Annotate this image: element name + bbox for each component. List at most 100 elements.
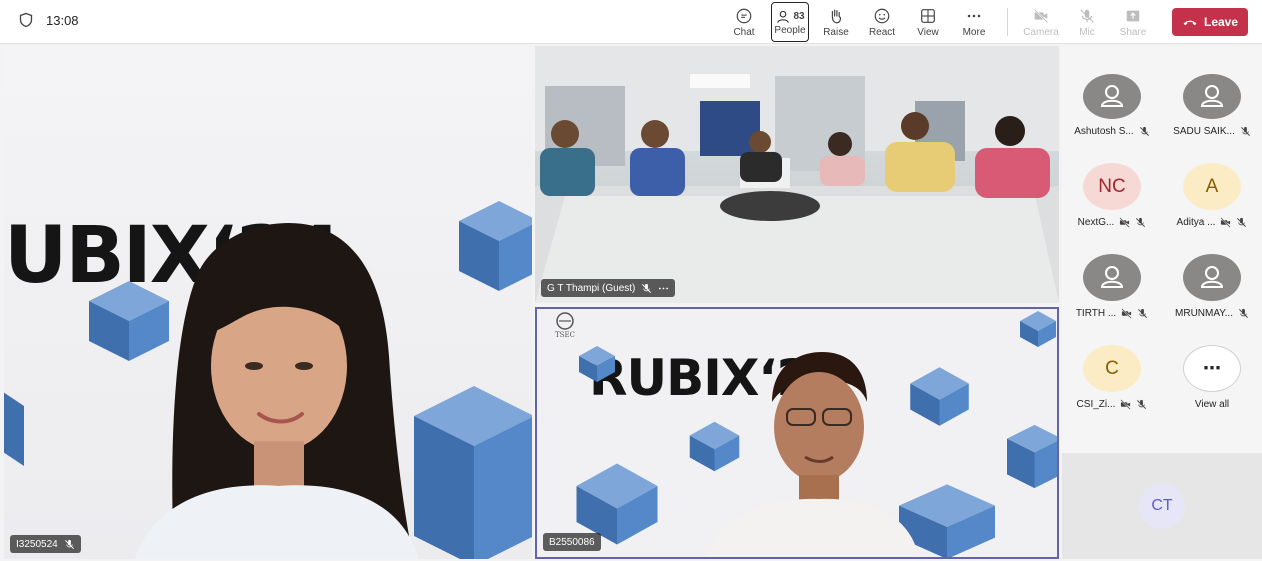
mic-off-icon [1237, 217, 1247, 227]
video-tile-room[interactable]: G T Thampi (Guest) [535, 46, 1059, 303]
toolbar-divider [1007, 8, 1008, 36]
view-label: View [917, 26, 939, 38]
participant-name: Ashutosh S... [1074, 126, 1134, 137]
mic-off-icon [1139, 126, 1149, 136]
phone-hangup-icon [1183, 20, 1197, 26]
person-icon [1200, 265, 1224, 288]
share-label: Share [1119, 26, 1147, 38]
mic-off-icon [1138, 308, 1148, 318]
participant-name: NextG... [1077, 217, 1115, 228]
participant-name-row: CSI_Zi... [1077, 399, 1148, 410]
participant-name-tag: G T Thampi (Guest) [541, 279, 676, 297]
person-icon [1100, 84, 1124, 107]
camera-off-icon [1220, 217, 1232, 228]
people-label: People [774, 24, 806, 36]
participant-tile[interactable]: Ashutosh S... [1062, 46, 1162, 137]
participant-name: Aditya ... [1176, 217, 1216, 228]
view-all-button[interactable]: ⋯ View all [1162, 319, 1262, 410]
participant-name-row: Aditya ... [1177, 217, 1248, 228]
participant-name: CSI_Zi... [1076, 399, 1116, 410]
avatar: A [1183, 163, 1241, 210]
mic-off-icon [1137, 399, 1147, 409]
participant-grid: Ashutosh S... SADU SAIK... NC NextG... A Adit… [1062, 46, 1262, 410]
camera-label: Camera [1023, 26, 1059, 38]
meeting-toolbar: 13:08 Chat 83 People Raise React View Mo… [0, 0, 1262, 44]
avatar [1183, 254, 1241, 301]
ellipsis-icon [967, 14, 981, 17]
video-tile-main[interactable]: UBIX‘24 I3250524 [4, 46, 532, 559]
person-icon [1200, 84, 1224, 107]
raise-hand-button[interactable]: Raise [813, 2, 859, 42]
participant-tile[interactable]: TIRTH ... [1062, 228, 1162, 319]
share-icon [1126, 10, 1140, 21]
toolbar-actions: Chat 83 People Raise React View More Cam… [721, 0, 1262, 44]
meeting-timer: 13:08 [18, 12, 79, 28]
avatar [1083, 254, 1141, 301]
mic-off-icon [642, 283, 652, 293]
ellipsis-icon[interactable] [658, 283, 669, 294]
people-icon [777, 10, 790, 23]
video-tile-active-speaker[interactable]: TSEC RUBIX‘24 B2550086 [535, 307, 1059, 559]
mic-off-icon [1240, 126, 1250, 136]
participant-name: SADU SAIK... [1173, 126, 1235, 137]
mic-label: Mic [1079, 26, 1095, 38]
shield-icon [19, 12, 33, 28]
participant-name: G T Thampi (Guest) [547, 282, 636, 294]
participant-name-row: TIRTH ... [1076, 308, 1148, 319]
share-button[interactable]: Share [1110, 2, 1156, 42]
more-icon: ⋯ [1183, 345, 1241, 392]
participant-name: TIRTH ... [1075, 308, 1117, 319]
chat-icon [736, 8, 752, 23]
people-count: 83 [793, 11, 805, 22]
participant-tile[interactable]: MRUNMAY... [1162, 228, 1262, 319]
cube-graphic [1007, 424, 1057, 489]
hand-icon [831, 9, 842, 23]
more-label: More [962, 26, 986, 38]
participant-name-tag: I3250524 [10, 535, 81, 553]
avatar: CT [1139, 483, 1185, 529]
people-button[interactable]: 83 People [771, 2, 809, 42]
participant-name: B2550086 [549, 536, 595, 548]
participant-name-row: MRUNMAY... [1175, 308, 1249, 319]
cube-graphic [459, 201, 532, 291]
participant-name-row: Ashutosh S... [1074, 126, 1149, 137]
self-view[interactable]: CT [1062, 453, 1262, 559]
cube-graphic [4, 392, 24, 466]
raise-label: Raise [823, 26, 849, 38]
tsec-logo: TSEC [555, 331, 575, 339]
camera-off-icon [1119, 217, 1130, 228]
camera-off-icon [1034, 8, 1048, 23]
participant-name-tag: B2550086 [543, 533, 601, 551]
participant-name-row: View all [1195, 399, 1229, 410]
chat-label: Chat [733, 26, 755, 38]
react-button[interactable]: React [859, 2, 905, 42]
leave-button[interactable]: Leave [1172, 8, 1248, 36]
mic-off-icon [64, 539, 74, 549]
mic-off-icon [1080, 8, 1094, 23]
participant-tile[interactable]: A Aditya ... [1162, 137, 1262, 228]
logo-icon [556, 312, 574, 330]
participant-name-row: NextG... [1078, 217, 1147, 228]
avatar [1183, 74, 1241, 119]
view-button[interactable]: View [905, 2, 951, 42]
participant-name: MRUNMAY... [1175, 308, 1233, 319]
camera-button[interactable]: Camera [1018, 2, 1064, 42]
camera-off-icon [1120, 399, 1132, 410]
cube-graphic [579, 346, 615, 382]
participant-tile[interactable]: SADU SAIK... [1162, 46, 1262, 137]
more-button[interactable]: More [951, 2, 997, 42]
grid-icon [921, 8, 935, 23]
chat-button[interactable]: Chat [721, 2, 767, 42]
camera-off-icon [1121, 308, 1132, 319]
leave-label: Leave [1203, 15, 1239, 29]
participant-tile[interactable]: C CSI_Zi... [1062, 319, 1162, 410]
avatar [1083, 74, 1141, 119]
participant-video [707, 352, 919, 557]
participant-gallery: Ashutosh S... SADU SAIK... NC NextG... A Adit… [1062, 46, 1262, 561]
mic-button[interactable]: Mic [1064, 2, 1110, 42]
people-count-row: 83 [775, 9, 805, 25]
participant-tile[interactable]: NC NextG... [1062, 137, 1162, 228]
room-video [535, 46, 1059, 303]
avatar: C [1083, 345, 1141, 392]
mic-off-icon [1136, 217, 1146, 227]
